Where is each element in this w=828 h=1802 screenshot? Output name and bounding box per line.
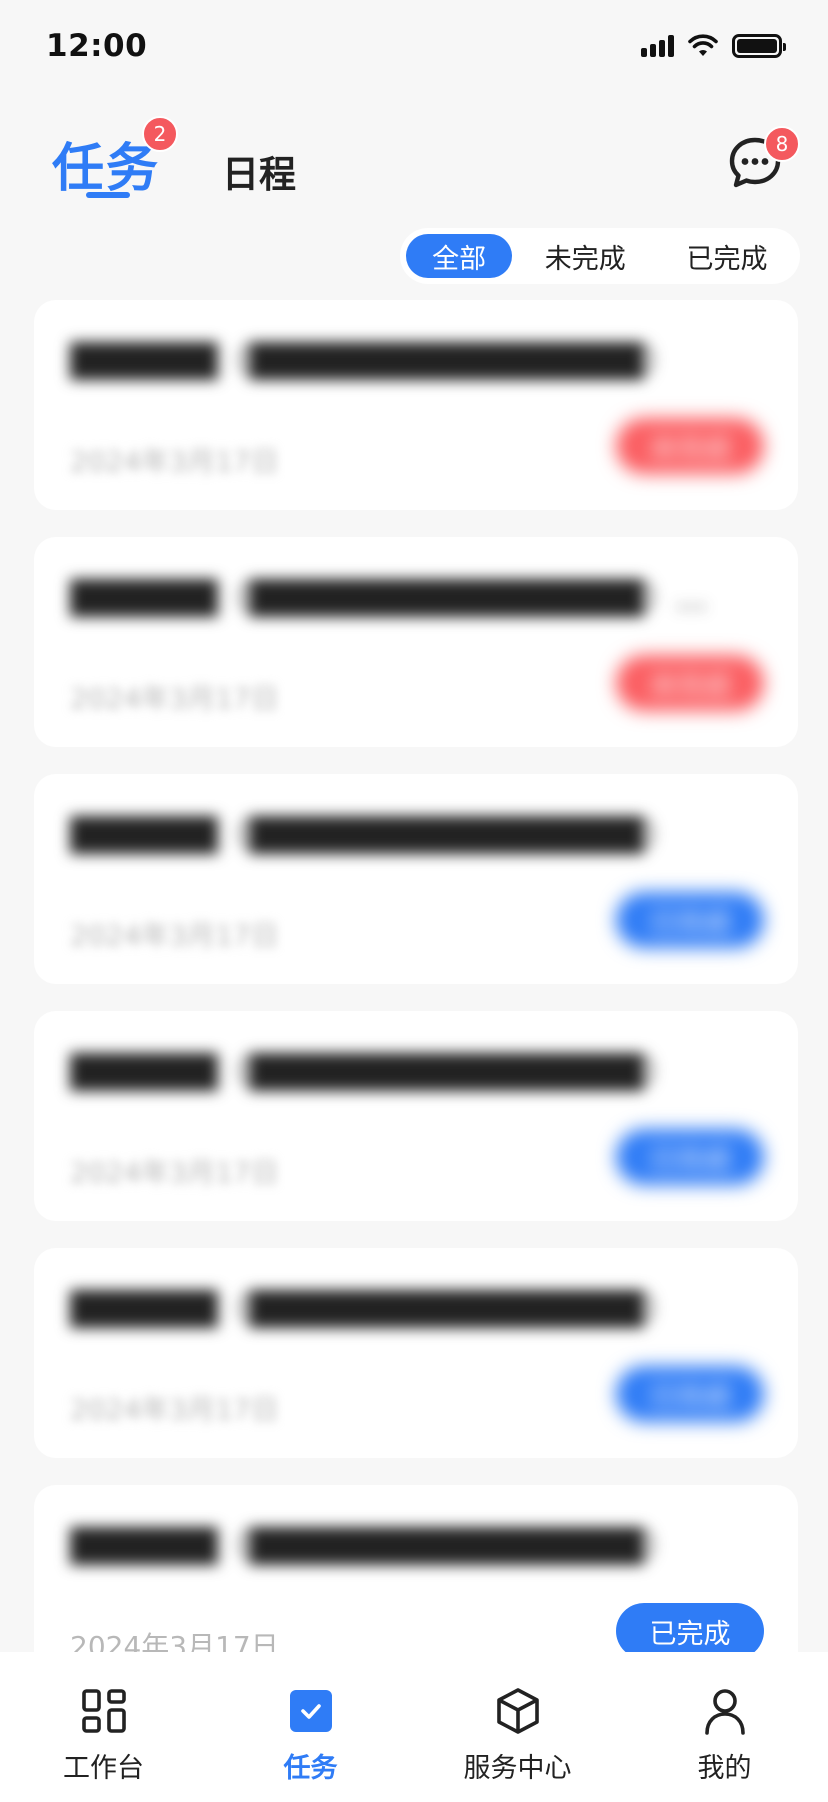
nav-mine[interactable]: 我的 [621, 1652, 828, 1802]
task-status-badge: 未完成 [616, 418, 764, 474]
task-date: 2024年3月17日 [70, 445, 279, 478]
task-title: ██████（████████████████）████… [70, 579, 730, 617]
task-card[interactable]: ██████（████████████████） 2024年3月17日 未完成 [34, 300, 798, 510]
cube-icon [496, 1688, 539, 1734]
nav-mine-label: 我的 [697, 1753, 752, 1784]
task-date: 2024年3月17日 [70, 919, 279, 952]
status-time: 12:00 [46, 28, 148, 64]
task-status-badge: 已完成 [616, 892, 764, 948]
task-status-badge: 已完成 [616, 1129, 764, 1185]
tab-task-badge: 2 [142, 116, 178, 152]
task-date: 2024年3月17日 [70, 1393, 279, 1426]
nav-workbench-label: 工作台 [63, 1753, 144, 1784]
status-filter: 全部 未完成 已完成 [400, 228, 800, 284]
task-status-badge: 已完成 [616, 1603, 764, 1659]
task-date: 2024年3月17日 [70, 682, 279, 715]
task-title: ██████（████████████████） [70, 1290, 676, 1328]
task-card[interactable]: ██████（████████████████） 2024年3月17日 已完成 [34, 774, 798, 984]
task-title: ██████（████████████████） [70, 342, 676, 380]
filter-all[interactable]: 全部 [406, 234, 513, 278]
task-card[interactable]: ██████（████████████████） 2024年3月17日 已完成 [34, 1011, 798, 1221]
nav-tasks-label: 任务 [283, 1753, 338, 1784]
nav-service-center[interactable]: 服务中心 [414, 1652, 621, 1802]
grid-icon [81, 1689, 126, 1733]
task-card[interactable]: ██████（████████████████） 2024年3月17日 已完成 [34, 1248, 798, 1458]
task-date: 2024年3月17日 [70, 1156, 279, 1189]
status-icons [641, 34, 786, 58]
nav-workbench[interactable]: 工作台 [0, 1652, 207, 1802]
task-title: ██████（████████████████） [70, 816, 676, 854]
person-icon [704, 1689, 745, 1735]
task-title: ██████（████████████████） [70, 1527, 676, 1565]
tab-task-indicator [86, 192, 130, 198]
header: 任务 2 日程 8 [0, 92, 828, 222]
tab-schedule[interactable]: 日程 [222, 144, 296, 198]
task-card[interactable]: ██████（████████████████）████… 2024年3月17日… [34, 537, 798, 747]
bottom-nav: 工作台 任务 服务中心 我的 [0, 1652, 828, 1802]
nav-service-center-label: 服务中心 [463, 1753, 572, 1784]
signal-icon [641, 35, 674, 57]
wifi-icon [688, 34, 718, 56]
filter-completed[interactable]: 已完成 [658, 234, 796, 278]
nav-tasks[interactable]: 任务 [207, 1652, 414, 1802]
battery-icon [732, 34, 786, 58]
check-square-icon [289, 1690, 332, 1732]
message-badge: 8 [764, 126, 800, 162]
task-title: ██████（████████████████） [70, 1053, 676, 1091]
task-status-badge: 未完成 [616, 655, 764, 711]
status-bar: 12:00 [0, 0, 828, 92]
task-status-badge: 已完成 [616, 1366, 764, 1422]
filter-incomplete[interactable]: 未完成 [512, 234, 658, 278]
